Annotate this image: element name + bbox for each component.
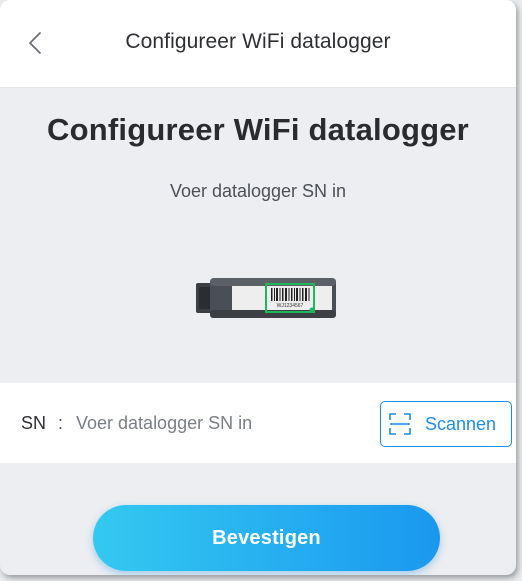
- scan-icon: [389, 413, 411, 435]
- svg-text:WJ1234567: WJ1234567: [277, 303, 304, 309]
- scan-button-label: Scannen: [425, 413, 497, 434]
- header-bar: Configureer WiFi datalogger: [0, 0, 516, 88]
- sn-input-row: SN : Scannen: [0, 383, 516, 463]
- scan-button[interactable]: Scannen: [380, 401, 512, 447]
- confirm-button-label: Bevestigen: [212, 526, 321, 549]
- app-screen: Configureer WiFi datalogger Configureer …: [0, 0, 516, 575]
- sn-input[interactable]: [72, 407, 370, 439]
- page-subtitle: Voer datalogger SN in: [169, 181, 347, 201]
- sn-label: SN: [21, 413, 47, 433]
- confirm-button[interactable]: Bevestigen: [93, 505, 440, 571]
- header-title: Configureer WiFi datalogger: [125, 30, 391, 53]
- datalogger-image: WJ1234567: [196, 275, 336, 321]
- page-title: Configureer WiFi datalogger: [47, 112, 469, 147]
- sn-separator: :: [58, 413, 64, 433]
